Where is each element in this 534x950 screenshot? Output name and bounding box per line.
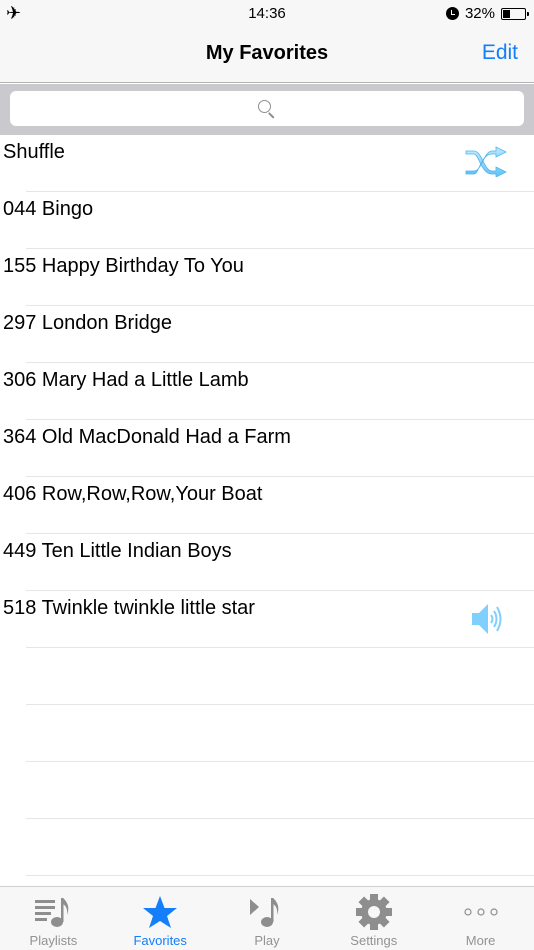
tab-play[interactable]: Play xyxy=(214,887,321,950)
tab-label: Play xyxy=(254,933,280,948)
list-item-label: 364 Old MacDonald Had a Farm xyxy=(3,426,291,448)
list-item-label: 044 Bingo xyxy=(3,198,94,220)
empty-row xyxy=(0,648,534,705)
gear-icon xyxy=(352,893,396,931)
list-item[interactable]: 297 London Bridge xyxy=(0,306,534,363)
star-icon xyxy=(138,893,182,931)
list-item[interactable]: 306 Mary Had a Little Lamb xyxy=(0,363,534,420)
shuffle-icon[interactable] xyxy=(464,145,508,182)
battery-percent: 32% xyxy=(464,5,495,22)
tab-label: Settings xyxy=(350,933,398,948)
edit-button[interactable]: Edit xyxy=(482,41,518,65)
play-note-icon xyxy=(245,893,289,931)
list-item-label: 449 Ten Little Indian Boys xyxy=(3,540,232,562)
list-item[interactable]: 044 Bingo xyxy=(0,192,534,249)
tab-settings[interactable]: Settings xyxy=(320,887,427,950)
tab-favorites[interactable]: Favorites xyxy=(107,887,214,950)
list-item-label: 297 London Bridge xyxy=(3,312,173,334)
list-item-label: 518 Twinkle twinkle little star xyxy=(3,597,255,619)
list-item-label: 155 Happy Birthday To You xyxy=(3,255,244,277)
favorites-list: Shuffle 044 Bingo 155 Happy Birthday To … xyxy=(0,135,534,933)
search-icon xyxy=(258,99,276,118)
list-item-label: 306 Mary Had a Little Lamb xyxy=(3,369,249,391)
page-title: My Favorites xyxy=(205,42,329,64)
shuffle-row[interactable]: Shuffle xyxy=(0,135,534,192)
list-item[interactable]: 364 Old MacDonald Had a Farm xyxy=(0,420,534,477)
empty-row xyxy=(0,705,534,762)
status-bar: ✈ 14:36 32% xyxy=(0,0,534,26)
more-icon xyxy=(459,893,503,931)
tab-label: Playlists xyxy=(29,933,78,948)
tab-playlists[interactable]: Playlists xyxy=(0,887,107,950)
list-item-label: Shuffle xyxy=(3,141,65,163)
tab-more[interactable]: More xyxy=(427,887,534,950)
navigation-bar: My Favorites Edit xyxy=(0,26,534,83)
playlist-icon xyxy=(31,893,75,931)
status-right: 32% xyxy=(445,5,529,22)
list-item-label: 406 Row,Row,Row,Your Boat xyxy=(3,483,263,505)
list-item[interactable]: 406 Row,Row,Row,Your Boat xyxy=(0,477,534,534)
tab-bar: Playlists Favorites Play Settings More xyxy=(0,886,534,950)
empty-row xyxy=(0,762,534,819)
search-bar xyxy=(0,84,534,135)
tab-label: More xyxy=(465,933,496,948)
list-item[interactable]: 449 Ten Little Indian Boys xyxy=(0,534,534,591)
list-item[interactable]: 155 Happy Birthday To You xyxy=(0,249,534,306)
empty-row xyxy=(0,819,534,876)
speaker-icon xyxy=(470,601,506,642)
tab-label: Favorites xyxy=(133,933,187,948)
alarm-icon xyxy=(445,7,459,20)
search-input[interactable] xyxy=(10,91,524,126)
battery-icon xyxy=(501,7,529,20)
list-item-now-playing[interactable]: 518 Twinkle twinkle little star xyxy=(0,591,534,648)
